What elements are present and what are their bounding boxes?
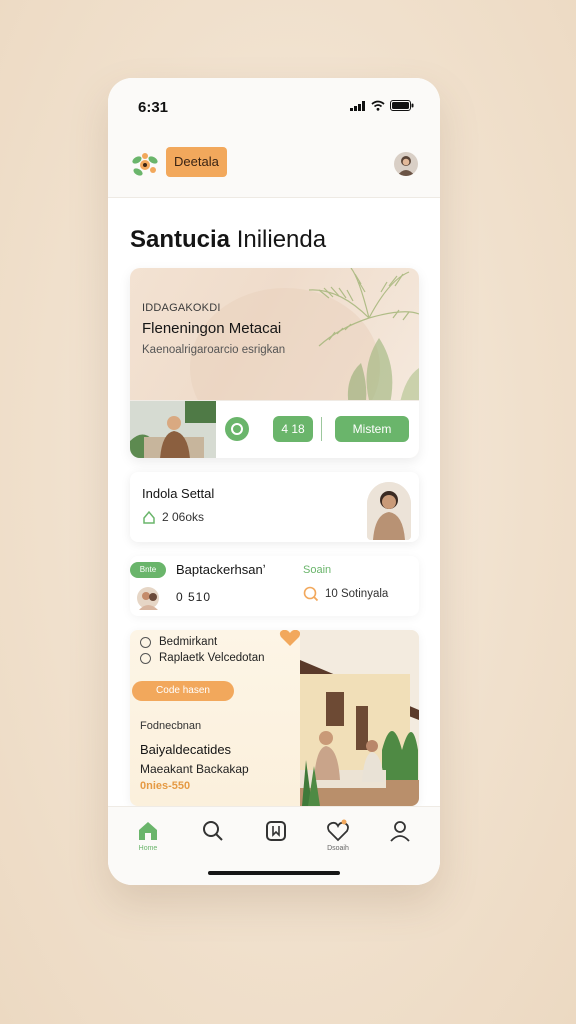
nav-item-favorites[interactable]: Dsoaih <box>314 819 362 863</box>
nav-item-search[interactable] <box>189 819 237 863</box>
listing-card[interactable]: Indola Settal 2 06oks <box>130 472 419 542</box>
feature-price: 0nies-550 <box>140 780 191 792</box>
listing-meta: 2 06oks <box>142 510 204 524</box>
nav-item-profile[interactable] <box>376 819 424 863</box>
brand-name[interactable]: Deetala <box>166 147 227 177</box>
hero-photo <box>130 401 216 458</box>
user-icon <box>390 821 410 842</box>
bookmark-icon <box>266 821 286 841</box>
radio-option-1[interactable] <box>140 636 151 648</box>
house-photo <box>300 630 419 806</box>
listing-avatar <box>367 482 411 540</box>
feature-action-button[interactable]: Code hasen <box>132 681 234 701</box>
tag-pill: Bnte <box>130 562 166 578</box>
agent-title: Baptackerhsanʼ <box>176 562 266 577</box>
count-pill[interactable]: 4 18 <box>273 416 313 442</box>
phone-frame: 6:31 Deetala Santucia Inilienda IDDAGAKO… <box>108 78 440 885</box>
heart-icon <box>327 819 349 842</box>
status-bar: 6:31 <box>108 78 440 136</box>
search-icon <box>203 821 223 841</box>
home-icon <box>139 822 157 840</box>
page-title-bold: Santucia <box>130 226 231 253</box>
divider <box>321 417 322 441</box>
hero-card[interactable]: IDDAGAKOKDI Fleneningon Metacai Kaenoalr… <box>130 268 419 458</box>
battery-icon <box>390 100 414 111</box>
nav-item-home[interactable]: Home <box>124 819 172 863</box>
signal-icon <box>350 101 365 111</box>
home-indicator <box>208 871 340 875</box>
hero-cta-button[interactable]: Mistem <box>335 416 409 442</box>
nav-label-favorites: Dsoaih <box>327 845 349 852</box>
home-outline-icon <box>143 510 155 524</box>
hero-subtitle: Kaenoalrigaroarcio esrigkan <box>142 344 286 356</box>
page-title: Santucia Inilienda <box>130 226 326 254</box>
agent-link[interactable]: Soain <box>303 564 331 576</box>
feature-title: Baiyaldecatides <box>140 742 232 757</box>
hero-eyebrow: IDDAGAKOKDI <box>142 302 221 314</box>
search-badge-icon <box>303 586 319 602</box>
feature-subtitle: Maeakant Backakap <box>140 762 249 776</box>
feature-details: Bedmirkant Raplaetk Velcedotan Code hase… <box>130 630 300 806</box>
agent-row[interactable]: Bnte Baptackerhsanʼ 0 510 Soain 10 Sotin… <box>130 556 419 616</box>
page-title-rest: Inilienda <box>230 226 327 253</box>
agent-meta: 10 Sotinyala <box>303 586 388 602</box>
palm-leaf-illustration <box>308 268 419 408</box>
feature-label: Fodnecbnan <box>140 720 202 732</box>
feature-card[interactable]: Bedmirkant Raplaetk Velcedotan Code hase… <box>130 630 419 806</box>
option-row-2[interactable]: Raplaetk Velcedotan <box>140 652 265 664</box>
hero-title: Fleneningon Metacai <box>142 320 282 337</box>
option-2-label: Raplaetk Velcedotan <box>159 652 265 664</box>
profile-avatar[interactable] <box>394 152 418 176</box>
agent-avatars <box>136 586 166 610</box>
nav-label-home: Home <box>138 845 158 852</box>
status-icons <box>350 100 414 111</box>
favorite-heart-icon[interactable] <box>278 630 302 648</box>
agent-meta-text: 10 Sotinyala <box>325 588 389 600</box>
logo-flower-icon[interactable] <box>128 148 162 182</box>
wifi-icon <box>371 100 385 111</box>
agent-number: 0 510 <box>176 590 212 604</box>
listing-meta-text: 2 06oks <box>162 510 205 524</box>
radio-option-2[interactable] <box>140 652 151 664</box>
hero-action-bar: 4 18 Mistem <box>130 400 419 458</box>
app-header: Deetala <box>108 136 440 198</box>
option-1-label: Bedmirkant <box>159 636 218 648</box>
option-row-1[interactable]: Bedmirkant <box>140 636 217 648</box>
status-time: 6:31 <box>138 99 169 116</box>
listing-title: Indola Settal <box>142 486 215 501</box>
bottom-nav: Home Dsoaih <box>108 806 440 885</box>
nav-item-bookmark[interactable] <box>252 819 300 863</box>
pin-icon <box>231 423 243 435</box>
location-pin-button[interactable] <box>225 417 249 441</box>
